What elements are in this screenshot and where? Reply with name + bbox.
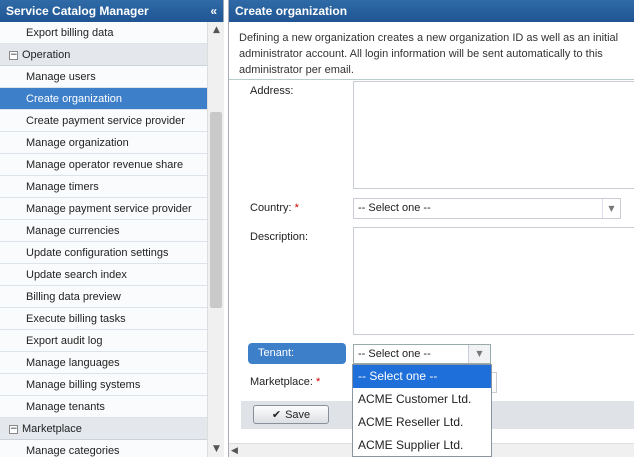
sidebar-group-operation[interactable]: − Operation <box>0 44 207 66</box>
sidebar-item-update-search-index[interactable]: Update search index <box>0 264 207 286</box>
sidebar-item-manage-categories[interactable]: Manage categories <box>0 440 207 457</box>
country-label-text: Country: <box>250 202 292 214</box>
sidebar: Service Catalog Manager « Export billing… <box>0 0 224 457</box>
page-title: Create organization <box>229 0 634 22</box>
tenant-label: Tenant: <box>248 343 346 364</box>
tenant-dropdown-list: -- Select one -- ACME Customer Ltd. ACME R… <box>352 364 492 457</box>
save-button[interactable]: ✔ Save <box>253 405 329 424</box>
sidebar-item-manage-timers[interactable]: Manage timers <box>0 176 207 198</box>
sidebar-scrollbar[interactable]: ▲ ▼ <box>207 22 224 457</box>
sidebar-item-manage-payment-service-provider[interactable]: Manage payment service provider <box>0 198 207 220</box>
scroll-left-icon[interactable]: ◀ <box>231 444 238 457</box>
sidebar-group-marketplace[interactable]: − Marketplace <box>0 418 207 440</box>
sidebar-item-manage-billing-systems[interactable]: Manage billing systems <box>0 374 207 396</box>
sidebar-header: Service Catalog Manager « <box>0 0 223 22</box>
country-select[interactable]: -- Select one -- ▼ <box>353 198 621 219</box>
chevron-down-icon: ▼ <box>602 199 620 218</box>
sidebar-group-label: Marketplace <box>22 423 82 435</box>
address-label: Address: <box>250 85 294 97</box>
address-field[interactable] <box>353 81 634 189</box>
description-label: Description: <box>250 231 309 243</box>
tenant-option[interactable]: ACME Supplier Ltd. <box>353 434 491 457</box>
sidebar-group-label: Operation <box>22 49 71 61</box>
collapse-icon[interactable]: − <box>9 50 18 60</box>
sidebar-title: Service Catalog Manager <box>6 4 149 18</box>
sidebar-item-execute-billing-tasks[interactable]: Execute billing tasks <box>0 308 207 330</box>
description-field[interactable] <box>353 227 634 335</box>
tenant-option[interactable]: ACME Reseller Ltd. <box>353 411 491 434</box>
scrollbar-thumb[interactable] <box>210 112 222 308</box>
save-button-label: Save <box>285 409 311 421</box>
tenant-select-value: -- Select one -- <box>358 348 431 360</box>
country-select-value: -- Select one -- <box>358 202 431 214</box>
collapse-sidebar-icon[interactable]: « <box>210 0 217 22</box>
tenant-option[interactable]: -- Select one -- <box>353 365 491 388</box>
marketplace-label-text: Marketplace: <box>250 376 313 388</box>
sidebar-item-export-billing-data[interactable]: Export billing data <box>0 22 207 44</box>
tenant-option[interactable]: ACME Customer Ltd. <box>353 388 491 411</box>
sidebar-item-create-payment-service-provider[interactable]: Create payment service provider <box>0 110 207 132</box>
scroll-up-icon[interactable]: ▲ <box>208 22 225 38</box>
intro-text: Defining a new organization creates a ne… <box>229 22 634 80</box>
marketplace-label: Marketplace: * <box>250 376 320 388</box>
sidebar-item-export-audit-log[interactable]: Export audit log <box>0 330 207 352</box>
sidebar-item-manage-operator-revenue-share[interactable]: Manage operator revenue share <box>0 154 207 176</box>
sidebar-item-create-organization[interactable]: Create organization <box>0 88 207 110</box>
sidebar-item-manage-users[interactable]: Manage users <box>0 66 207 88</box>
required-marker: * <box>316 376 321 388</box>
checkmark-icon: ✔ <box>271 408 282 421</box>
sidebar-item-manage-languages[interactable]: Manage languages <box>0 352 207 374</box>
country-label: Country: * <box>250 202 299 214</box>
sidebar-item-update-configuration-settings[interactable]: Update configuration settings <box>0 242 207 264</box>
sidebar-item-manage-organization[interactable]: Manage organization <box>0 132 207 154</box>
sidebar-item-manage-tenants[interactable]: Manage tenants <box>0 396 207 418</box>
sidebar-item-manage-currencies[interactable]: Manage currencies <box>0 220 207 242</box>
required-marker: * <box>294 202 299 214</box>
collapse-icon[interactable]: − <box>9 424 18 434</box>
tenant-select[interactable]: -- Select one -- ▼ <box>353 344 491 364</box>
sidebar-item-billing-data-preview[interactable]: Billing data preview <box>0 286 207 308</box>
chevron-down-icon[interactable]: ▼ <box>468 345 490 363</box>
scroll-down-icon[interactable]: ▼ <box>208 441 225 457</box>
sidebar-menu: Export billing data − Operation Manage user… <box>0 22 207 457</box>
